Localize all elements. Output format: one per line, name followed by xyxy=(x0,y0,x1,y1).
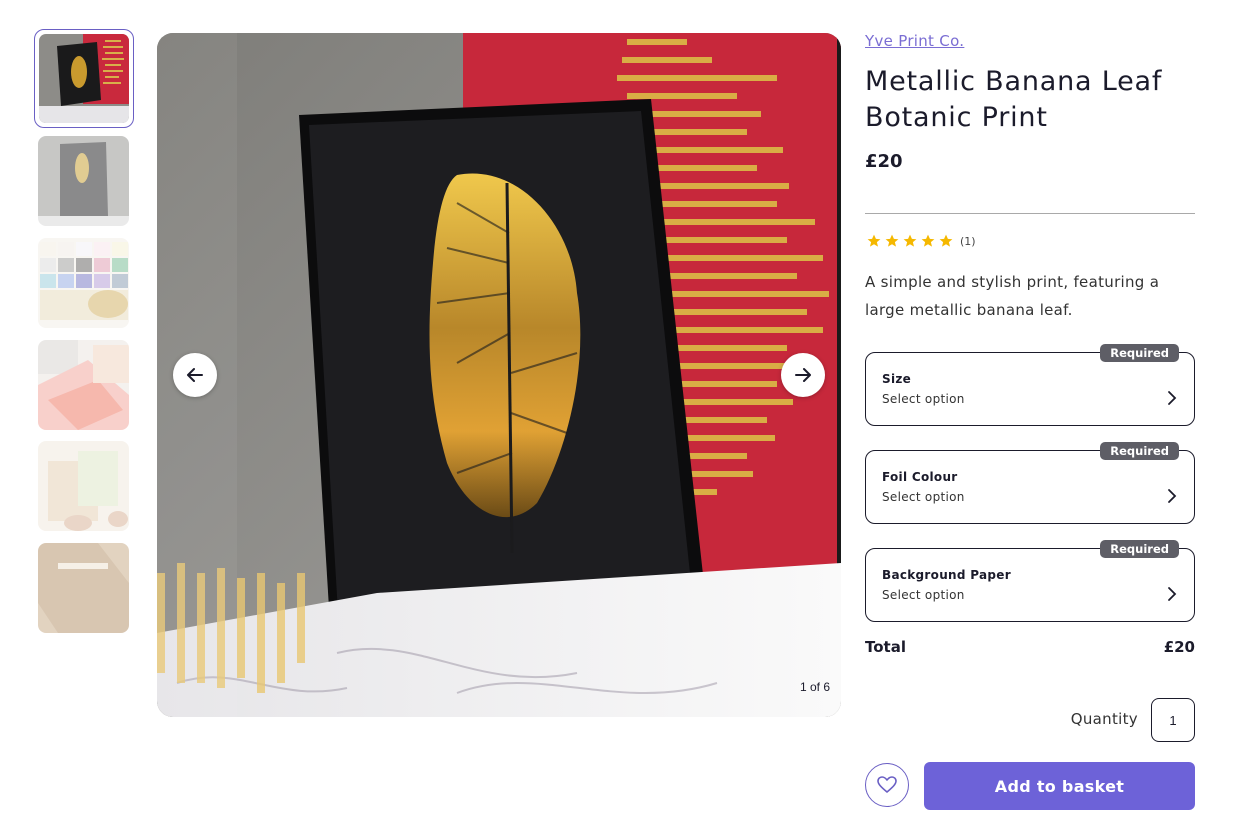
next-image-button[interactable] xyxy=(781,353,825,397)
option-value: Select option xyxy=(882,392,965,406)
thumbnail-5[interactable] xyxy=(38,441,129,531)
product-price: £20 xyxy=(865,151,903,172)
star-icon xyxy=(903,234,917,247)
thumbnail-image xyxy=(38,441,129,531)
thumbnail-6[interactable] xyxy=(38,543,129,633)
product-description: A simple and stylish print, featuring a … xyxy=(865,273,1160,319)
chevron-right-icon xyxy=(1168,391,1177,405)
total-value: £20 xyxy=(1163,638,1195,656)
star-icon xyxy=(885,234,899,247)
quantity-label: Quantity xyxy=(1070,710,1138,728)
favourite-button[interactable] xyxy=(865,763,909,807)
star-icon xyxy=(921,234,935,247)
previous-image-button[interactable] xyxy=(173,353,217,397)
heart-icon xyxy=(877,776,897,793)
product-photo xyxy=(157,33,841,717)
required-badge: Required xyxy=(1100,442,1179,460)
thumbnail-2[interactable] xyxy=(38,136,129,226)
star-icon xyxy=(939,234,953,247)
thumbnail-3[interactable] xyxy=(38,238,129,328)
option-label: Foil Colour xyxy=(882,470,958,484)
product-title: Metallic Banana Leaf Botanic Print xyxy=(865,66,1163,133)
divider xyxy=(865,213,1195,214)
required-badge: Required xyxy=(1100,540,1179,558)
star-icon xyxy=(867,234,881,247)
rating[interactable]: (1) xyxy=(865,233,976,249)
thumbnail-1[interactable] xyxy=(34,29,134,128)
thumbnail-4[interactable] xyxy=(38,340,129,430)
arrow-left-icon xyxy=(187,368,203,382)
main-product-image xyxy=(157,33,841,717)
rating-count: (1) xyxy=(960,234,976,248)
thumbnail-image xyxy=(38,543,129,633)
image-counter: 1 of 6 xyxy=(799,680,830,694)
option-label: Background Paper xyxy=(882,568,1011,582)
option-value: Select option xyxy=(882,588,965,602)
size-select[interactable]: Required Size Select option xyxy=(865,344,1195,426)
option-label: Size xyxy=(882,372,912,386)
thumbnail-image xyxy=(39,34,129,123)
foil-colour-select[interactable]: Required Foil Colour Select option xyxy=(865,442,1195,524)
quantity-input[interactable] xyxy=(1151,698,1195,742)
background-paper-select[interactable]: Required Background Paper Select option xyxy=(865,540,1195,622)
arrow-right-icon xyxy=(795,368,811,382)
thumbnail-image xyxy=(38,238,129,328)
chevron-right-icon xyxy=(1168,587,1177,601)
brand-link[interactable]: Yve Print Co. xyxy=(865,32,964,50)
add-to-basket-button[interactable]: Add to basket xyxy=(924,762,1195,810)
thumbnail-image xyxy=(38,136,129,226)
required-badge: Required xyxy=(1100,344,1179,362)
total-label: Total xyxy=(865,638,906,656)
option-value: Select option xyxy=(882,490,965,504)
thumbnail-image xyxy=(38,340,129,430)
chevron-right-icon xyxy=(1168,489,1177,503)
